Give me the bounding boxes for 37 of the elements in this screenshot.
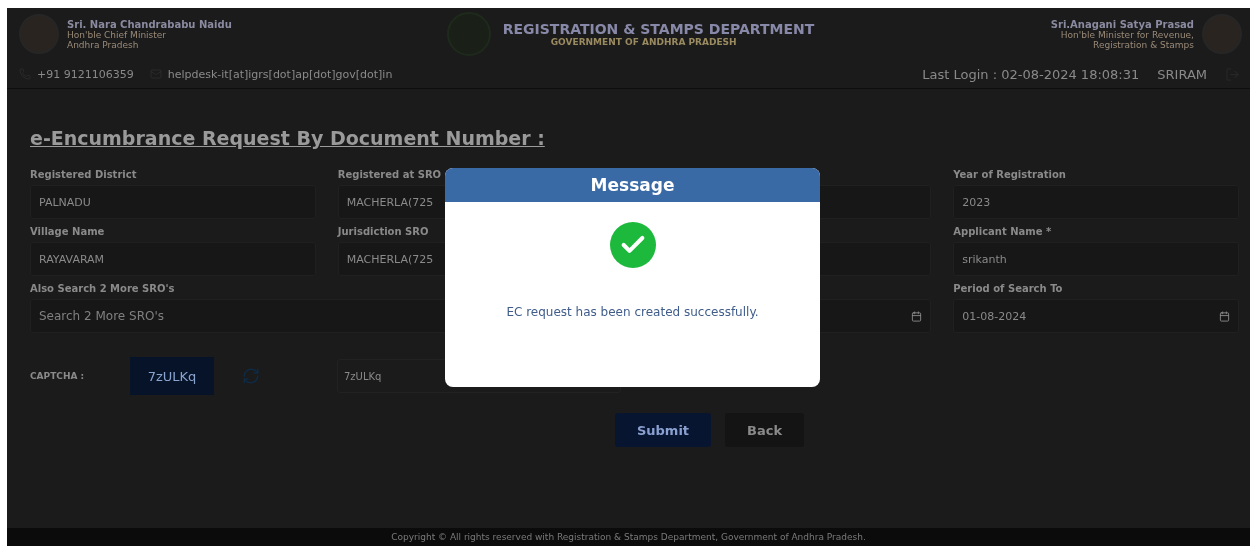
page-title: e-Encumbrance Request By Document Number : xyxy=(30,127,546,149)
field-label: Applicant Name * xyxy=(953,226,1053,239)
submit-button[interactable]: Submit xyxy=(614,413,712,447)
field-label: Registered District xyxy=(30,169,138,182)
email-address: helpdesk-it[at]igrs[dot]ap[dot]gov[dot]in xyxy=(167,67,393,81)
field-label: Village Name xyxy=(30,226,106,239)
department-title: REGISTRATION & STAMPS DEPARTMENT xyxy=(502,21,815,37)
date-value: 01-08-2024 xyxy=(962,309,1027,323)
back-button[interactable]: Back xyxy=(725,413,805,447)
official-title: Registration & Stamps xyxy=(1092,39,1194,50)
official-title: Hon'ble Chief Minister xyxy=(67,29,168,40)
field-label: Year of Registration xyxy=(953,169,1067,182)
input-field[interactable]: srikanth xyxy=(953,242,1239,276)
phone-number: +91 9121106359 xyxy=(37,67,134,81)
official-name: Sri.Anagani Satya Prasad xyxy=(1050,18,1194,30)
official-name: Sri. Nara Chandrababu Naidu xyxy=(67,18,232,30)
footer-copyright: Copyright © All rights reserved with Registration & Stamps Department, Government of Andhra Pradesh. xyxy=(7,528,1250,546)
calendar-icon xyxy=(1219,310,1230,322)
date-field[interactable]: 01-08-2024 xyxy=(953,299,1239,333)
dialog-title: Message xyxy=(445,168,820,202)
last-login: Last Login : 02-08-2024 18:08:31 xyxy=(922,66,1140,82)
input-field[interactable]: RAYAVARAM xyxy=(30,242,316,276)
captcha-label: CAPTCHA : xyxy=(30,371,86,381)
refresh-icon[interactable] xyxy=(242,367,260,385)
captcha-image: 7zULKq xyxy=(130,357,214,395)
field-label: Registered at SRO xyxy=(337,169,443,182)
input-field[interactable]: PALNADU xyxy=(30,185,316,219)
user-name: SRIRAM xyxy=(1157,66,1207,82)
field-label: Also Search 2 More SRO's xyxy=(30,283,176,296)
input-field[interactable]: 2023 xyxy=(953,185,1239,219)
field-label: Period of Search To xyxy=(953,283,1064,296)
field-label: Jurisdiction SRO xyxy=(337,226,430,239)
official-title: Hon'ble Minister for Revenue, xyxy=(1060,29,1194,40)
department-subtitle: GOVERNMENT OF ANDHRA PRADESH xyxy=(549,37,738,47)
success-check-icon xyxy=(609,222,656,268)
calendar-icon xyxy=(911,310,923,322)
official-title: Andhra Pradesh xyxy=(67,39,140,50)
